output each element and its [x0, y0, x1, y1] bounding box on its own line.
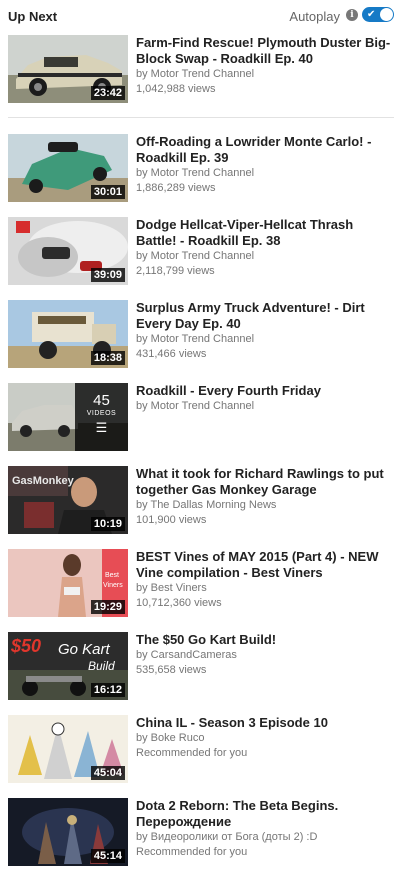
video-channel: by Motor Trend Channel — [136, 400, 255, 412]
video-channel: by Motor Trend Channel — [136, 333, 255, 345]
video-title[interactable]: China IL - Season 3 Episode 10 — [136, 715, 394, 731]
video-title[interactable]: Dota 2 Reborn: The Beta Begins. Перерожд… — [136, 798, 394, 830]
video-item[interactable]: 18:38 Surplus Army Truck Adventure! - Di… — [8, 300, 394, 370]
video-channel: by Motor Trend Channel — [136, 68, 255, 80]
video-views: 431,466 views — [136, 348, 207, 360]
video-channel: by Motor Trend Channel — [136, 167, 255, 179]
video-title[interactable]: What it took for Richard Rawlings to put… — [136, 466, 394, 498]
video-channel: by Видеоролики от Бога (доты 2) :D — [136, 831, 318, 843]
video-thumbnail[interactable]: Best Viners 19:29 — [8, 549, 128, 617]
video-title[interactable]: Surplus Army Truck Adventure! - Dirt Eve… — [136, 300, 394, 332]
autoplay-toggle[interactable]: ✔ — [362, 7, 394, 22]
video-item[interactable]: GasMonkey 10:19 What it took for Richard… — [8, 466, 394, 536]
playlist-icon: ☰ — [95, 420, 108, 435]
divider — [8, 117, 394, 118]
best-viners-logo-line2: Viners — [103, 582, 123, 589]
video-title[interactable]: Roadkill - Every Fourth Friday — [136, 383, 394, 399]
video-thumbnail[interactable]: 45:14 — [8, 798, 128, 866]
video-duration: 10:19 — [90, 517, 125, 531]
video-duration: 18:38 — [90, 351, 125, 365]
video-title[interactable]: The $50 Go Kart Build! — [136, 632, 394, 648]
video-title[interactable]: BEST Vines of MAY 2015 (Part 4) - NEW Vi… — [136, 549, 394, 581]
video-item[interactable]: 45:04 China IL - Season 3 Episode 10 by … — [8, 715, 394, 785]
video-item[interactable]: 30:01 Off-Roading a Lowrider Monte Carlo… — [8, 134, 394, 204]
go-kart-title-line2: Build — [88, 659, 115, 673]
video-item[interactable]: 23:42 Farm-Find Rescue! Plymouth Duster … — [8, 35, 394, 105]
playlist-videos-label: VIDEOS — [86, 410, 117, 417]
video-thumbnail[interactable]: 30:01 — [8, 134, 128, 202]
video-channel: by Best Viners — [136, 582, 207, 594]
video-channel: by CarsandCameras — [136, 649, 237, 661]
video-thumbnail[interactable]: GasMonkey 10:19 — [8, 466, 128, 534]
video-views: 101,900 views — [136, 514, 207, 526]
up-next-header: Up Next Autoplay i ✔ — [8, 6, 394, 28]
video-thumbnail[interactable]: 45:04 — [8, 715, 128, 783]
video-title[interactable]: Farm-Find Rescue! Plymouth Duster Big-Bl… — [136, 35, 394, 67]
playlist-count: 45 — [93, 392, 110, 409]
video-channel: by The Dallas Morning News — [136, 499, 277, 511]
go-kart-price: $50 — [10, 636, 41, 656]
best-viners-logo-line1: Best — [105, 572, 119, 579]
autoplay-label: Autoplay — [289, 9, 340, 24]
video-duration: 45:14 — [90, 849, 125, 863]
video-views: Recommended for you — [136, 846, 248, 858]
video-thumbnail[interactable]: 18:38 — [8, 300, 128, 368]
video-item[interactable]: 39:09 Dodge Hellcat-Viper-Hellcat Thrash… — [8, 217, 394, 287]
video-views: 2,118,799 views — [136, 265, 215, 277]
video-views: 10,712,360 views — [136, 597, 222, 609]
playlist-overlay: 45 VIDEOS ☰ — [75, 383, 128, 451]
up-next-title: Up Next — [8, 9, 58, 24]
video-duration: 16:12 — [90, 683, 125, 697]
video-duration: 39:09 — [90, 268, 125, 282]
playlist-item[interactable]: 45 VIDEOS ☰ Roadkill - Every Fourth Frid… — [8, 383, 394, 453]
video-channel: by Boke Ruco — [136, 732, 205, 744]
video-views: 535,658 views — [136, 664, 207, 676]
playlist-thumbnail[interactable]: 45 VIDEOS ☰ — [8, 383, 128, 451]
video-item[interactable]: $50 Go Kart Build 16:12 The $50 Go Kart … — [8, 632, 394, 702]
video-duration: 19:29 — [90, 600, 125, 614]
video-thumbnail[interactable]: 23:42 — [8, 35, 128, 103]
video-thumbnail[interactable]: 39:09 — [8, 217, 128, 285]
video-duration: 30:01 — [90, 185, 125, 199]
video-title[interactable]: Off-Roading a Lowrider Monte Carlo! - Ro… — [136, 134, 394, 166]
video-views: Recommended for you — [136, 747, 248, 759]
video-views: 1,886,289 views — [136, 182, 216, 194]
video-channel: by Motor Trend Channel — [136, 250, 255, 262]
gasmonkey-sign: GasMonkey — [12, 475, 75, 487]
toggle-knob — [380, 8, 393, 21]
video-duration: 23:42 — [90, 86, 125, 100]
video-duration: 45:04 — [90, 766, 125, 780]
video-thumbnail[interactable]: $50 Go Kart Build 16:12 — [8, 632, 128, 700]
video-title[interactable]: Dodge Hellcat-Viper-Hellcat Thrash Battl… — [136, 217, 394, 249]
go-kart-title-line1: Go Kart — [58, 641, 111, 658]
video-views: 1,042,988 views — [136, 83, 216, 95]
video-item[interactable]: Best Viners 19:29 BEST Vines of MAY 2015… — [8, 549, 394, 619]
info-icon[interactable]: i — [346, 9, 358, 21]
check-icon: ✔ — [367, 9, 376, 20]
video-item[interactable]: 45:14 Dota 2 Reborn: The Beta Begins. Пе… — [8, 798, 394, 868]
